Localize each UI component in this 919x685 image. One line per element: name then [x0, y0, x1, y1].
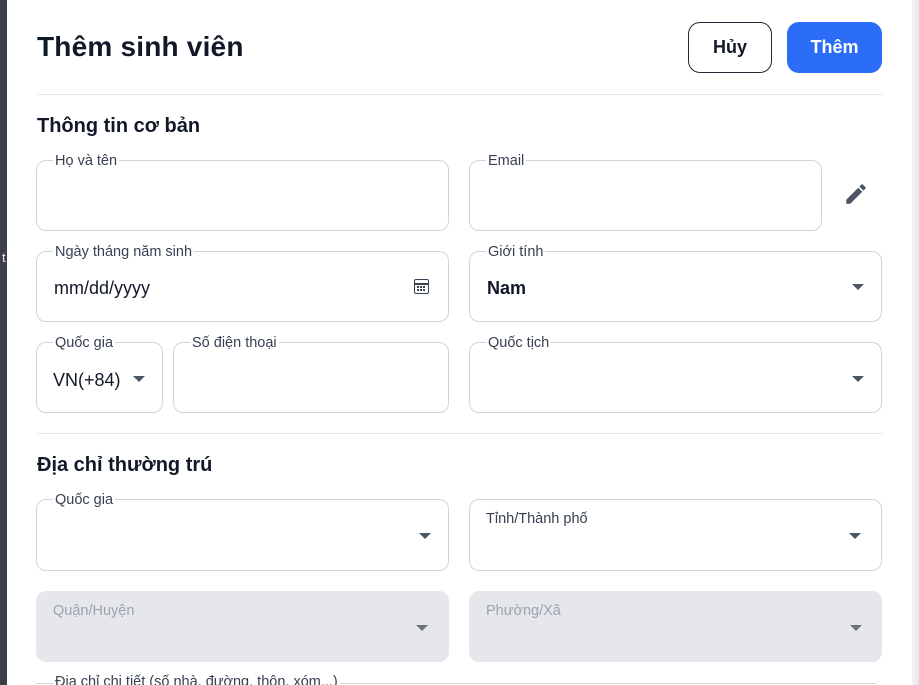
date-of-birth-value: mm/dd/yyyy [54, 278, 151, 298]
full-name-field[interactable]: Họ và tên [36, 152, 449, 231]
gender-label: Giới tính [486, 243, 546, 261]
caret-down-icon [849, 533, 861, 539]
section-divider [37, 433, 882, 434]
pencil-icon[interactable] [843, 181, 869, 207]
gender-value: Nam [487, 278, 527, 298]
dialog-title: Thêm sinh viên [37, 31, 244, 62]
nationality-label: Quốc tịch [486, 334, 552, 352]
email-field[interactable]: Email [469, 152, 822, 231]
phone-field[interactable]: Số điện thoại [173, 334, 449, 413]
caret-down-icon [133, 376, 145, 382]
add-student-dialog: Thêm sinh viên Hủy Thêm Thông tin cơ bản… [7, 0, 912, 685]
caret-down-icon [852, 376, 864, 382]
section-title-permanent-address: Địa chỉ thường trú [37, 454, 213, 476]
section-title-basic-info: Thông tin cơ bản [37, 115, 201, 137]
country-code-select[interactable]: Quốc gia VN(+84) [36, 334, 163, 413]
date-of-birth-field[interactable]: Ngày tháng năm sinh mm/dd/yyyy [36, 243, 449, 322]
ward-select: Phường/Xã [469, 591, 882, 662]
district-label: Quận/Huyện [53, 603, 135, 619]
backdrop: t [0, 0, 7, 685]
phone-label: Số điện thoại [190, 334, 279, 352]
caret-down-icon [416, 625, 428, 631]
country-code-label: Quốc gia [53, 334, 116, 352]
email-label: Email [486, 152, 527, 170]
address-detail-label: Địa chỉ chi tiết (số nhà, đường, thôn, x… [53, 674, 340, 685]
backdrop-text: t [2, 250, 6, 265]
province-label: Tỉnh/Thành phố [486, 511, 588, 527]
caret-down-icon [852, 284, 864, 290]
header-divider [37, 94, 882, 95]
calendar-icon[interactable] [414, 279, 429, 294]
ward-label: Phường/Xã [486, 603, 561, 619]
cancel-button[interactable]: Hủy [688, 22, 772, 73]
address-country-select[interactable]: Quốc gia [36, 491, 449, 571]
province-select[interactable]: Tỉnh/Thành phố [469, 499, 882, 571]
district-select: Quận/Huyện [36, 591, 449, 662]
gender-select[interactable]: Giới tính Nam [469, 243, 882, 322]
country-code-value: VN(+84) [53, 370, 121, 390]
address-country-label: Quốc gia [53, 491, 116, 509]
backdrop-edge [912, 0, 919, 685]
full-name-label: Họ và tên [53, 152, 120, 170]
caret-down-icon [419, 533, 431, 539]
date-of-birth-label: Ngày tháng năm sinh [53, 243, 195, 261]
nationality-select[interactable]: Quốc tịch [469, 334, 882, 413]
add-button[interactable]: Thêm [787, 22, 882, 73]
caret-down-icon [850, 625, 862, 631]
